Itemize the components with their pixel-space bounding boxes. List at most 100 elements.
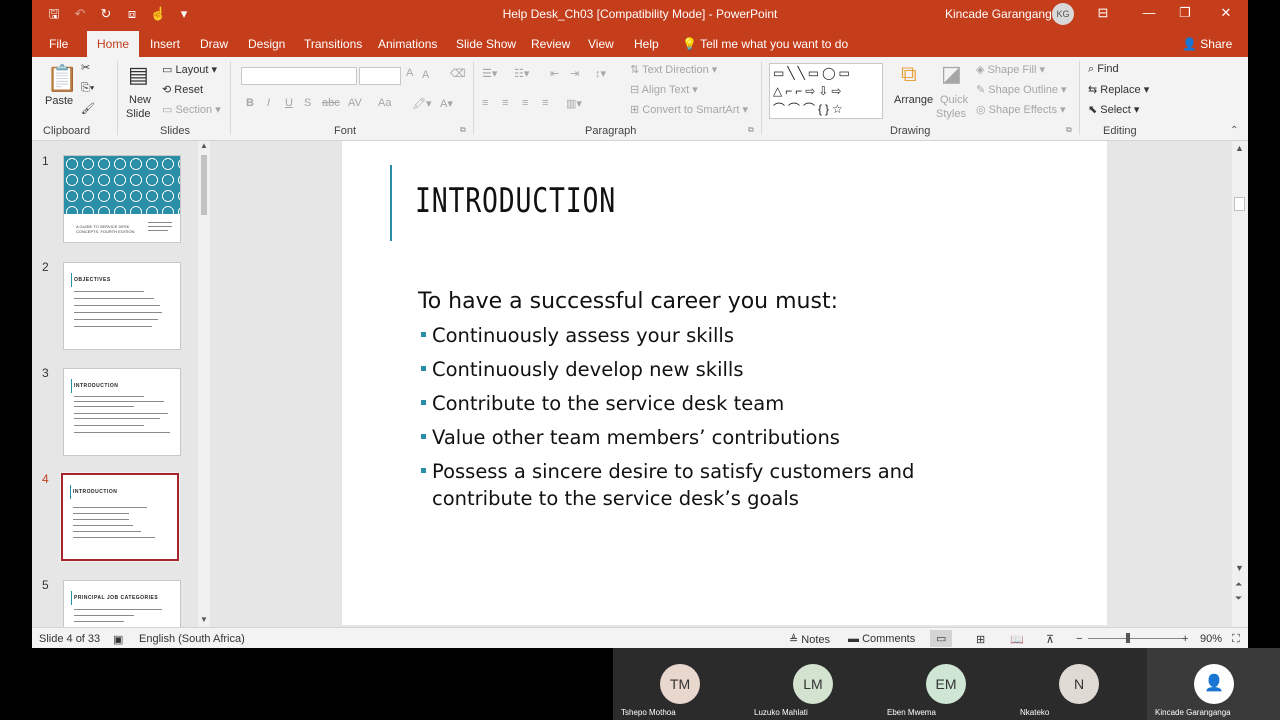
- shape-fill-button[interactable]: ◈ Shape Fill ▾: [976, 63, 1045, 76]
- tab-transitions[interactable]: Transitions: [304, 37, 362, 51]
- participant-tile[interactable]: N Nkateko: [1012, 648, 1145, 720]
- zoom-in-icon[interactable]: +: [1182, 633, 1188, 645]
- tab-review[interactable]: Review: [531, 37, 570, 51]
- tab-design[interactable]: Design: [248, 37, 285, 51]
- align-left-icon[interactable]: ≡: [482, 97, 488, 109]
- slide-show-icon[interactable]: ⊼: [1046, 633, 1054, 646]
- thumbnail-scrollbar[interactable]: ▲ ▼: [198, 141, 210, 627]
- language-indicator[interactable]: English (South Africa): [139, 633, 245, 645]
- zoom-slider[interactable]: [1088, 638, 1184, 639]
- user-avatar[interactable]: KG: [1052, 3, 1074, 25]
- scrollbar-thumb[interactable]: [1234, 197, 1245, 211]
- tab-animations[interactable]: Animations: [378, 37, 437, 51]
- shape-effects-button[interactable]: ◎ Shape Effects ▾: [976, 103, 1066, 116]
- tab-help[interactable]: Help: [634, 37, 659, 51]
- shadow-button[interactable]: S: [304, 97, 311, 109]
- current-slide[interactable]: INTRODUCTION To have a successful career…: [342, 141, 1107, 625]
- shape-outline-button[interactable]: ✎ Shape Outline ▾: [976, 83, 1067, 96]
- quick-styles-icon[interactable]: ◪: [941, 61, 962, 87]
- underline-button[interactable]: U: [285, 97, 293, 109]
- numbering-icon[interactable]: ☷▾: [514, 67, 529, 80]
- quick-styles-button[interactable]: Quick: [940, 94, 968, 106]
- font-size-select[interactable]: [359, 67, 401, 85]
- slide-scrollbar[interactable]: ▲ ▼ ⏶ ⏷: [1232, 141, 1248, 627]
- cut-icon[interactable]: ✂: [81, 61, 90, 74]
- scroll-down-icon[interactable]: ▼: [1235, 563, 1244, 573]
- comments-button[interactable]: ▬ Comments: [848, 633, 915, 645]
- bullets-icon[interactable]: ☰▾: [482, 67, 497, 80]
- fit-to-window-icon[interactable]: ⛶: [1232, 633, 1240, 646]
- tab-draw[interactable]: Draw: [200, 37, 228, 51]
- slide-thumbnail-3[interactable]: INTRODUCTION: [63, 368, 181, 456]
- minimize-icon[interactable]: —: [1140, 5, 1158, 20]
- tell-me-search[interactable]: 💡 Tell me what you want to do: [682, 37, 848, 51]
- spelling-icon[interactable]: ▣: [113, 633, 123, 646]
- participant-tile[interactable]: TM Tshepo Mothoa: [613, 648, 746, 720]
- scrollbar-thumb[interactable]: [201, 155, 207, 215]
- zoom-out-icon[interactable]: −: [1076, 633, 1082, 645]
- font-color-icon[interactable]: A▾: [440, 97, 453, 110]
- highlight-icon[interactable]: 🖍▾: [412, 97, 432, 110]
- tab-home[interactable]: Home: [87, 31, 140, 57]
- slide-title[interactable]: INTRODUCTION: [415, 181, 616, 221]
- find-button[interactable]: ⌕ Find: [1088, 63, 1119, 76]
- slide-body[interactable]: To have a successful career you must: Co…: [418, 289, 978, 519]
- font-family-select[interactable]: [241, 67, 357, 85]
- participant-tile[interactable]: EM Eben Mwema: [879, 648, 1012, 720]
- user-name[interactable]: Kincade Garanganga: [945, 7, 1058, 21]
- decrease-indent-icon[interactable]: ⇤: [550, 67, 559, 80]
- arrange-icon[interactable]: ⧉: [901, 61, 917, 87]
- collapse-ribbon-icon[interactable]: ⌃: [1230, 125, 1238, 136]
- new-slide-button[interactable]: New: [129, 94, 151, 106]
- reset-button[interactable]: ⟲ Reset: [162, 83, 203, 96]
- align-center-icon[interactable]: ≡: [502, 97, 508, 109]
- participant-tile[interactable]: LM Luzuko Mahlati: [746, 648, 879, 720]
- restore-icon[interactable]: ❐: [1176, 5, 1194, 21]
- zoom-level[interactable]: 90%: [1200, 633, 1222, 645]
- increase-font-icon[interactable]: A: [406, 67, 413, 79]
- columns-icon[interactable]: ▥▾: [566, 97, 582, 110]
- copy-icon[interactable]: ⎘▾: [81, 82, 94, 95]
- convert-smartart-button[interactable]: ⊞ Convert to SmartArt ▾: [630, 103, 748, 116]
- decrease-font-icon[interactable]: A: [422, 69, 429, 81]
- change-case-button[interactable]: Aa: [378, 97, 391, 109]
- format-painter-icon[interactable]: 🖌: [81, 102, 95, 115]
- paste-button[interactable]: Paste: [45, 95, 73, 107]
- notes-button[interactable]: ≜ Notes: [789, 633, 830, 646]
- italic-button[interactable]: I: [267, 97, 270, 109]
- scroll-up-icon[interactable]: ▲: [1235, 143, 1244, 153]
- justify-icon[interactable]: ≡: [542, 97, 548, 109]
- align-text-button[interactable]: ⊟ Align Text ▾: [630, 83, 698, 96]
- participant-tile[interactable]: 👤 Kincade Garanganga: [1147, 648, 1280, 720]
- align-right-icon[interactable]: ≡: [522, 97, 528, 109]
- font-dialog-launcher-icon[interactable]: ⧉: [460, 125, 466, 135]
- clear-formatting-icon[interactable]: ⌫: [450, 67, 466, 80]
- bold-button[interactable]: B: [246, 97, 254, 109]
- drawing-dialog-launcher-icon[interactable]: ⧉: [1066, 125, 1072, 135]
- slide-thumbnail-4[interactable]: INTRODUCTION: [61, 473, 179, 561]
- reading-view-icon[interactable]: 📖: [1010, 633, 1024, 646]
- tab-insert[interactable]: Insert: [150, 37, 180, 51]
- section-button[interactable]: ▭ Section ▾: [162, 103, 221, 116]
- tab-slide-show[interactable]: Slide Show: [456, 37, 516, 51]
- slide-thumbnail-5[interactable]: PRINCIPAL JOB CATEGORIES: [63, 580, 181, 627]
- paste-icon[interactable]: 📋: [46, 63, 78, 94]
- scroll-down-icon[interactable]: ▼: [200, 615, 208, 624]
- share-button[interactable]: 👤 Share: [1182, 37, 1232, 51]
- increase-indent-icon[interactable]: ⇥: [570, 67, 579, 80]
- paragraph-dialog-launcher-icon[interactable]: ⧉: [748, 125, 754, 135]
- shapes-gallery[interactable]: ▭╲╲▭◯▭ △⌐⌐⇨⇩⇨ ⌒⌒⌒{}☆: [769, 63, 883, 119]
- text-direction-button[interactable]: ⇅ Text Direction ▾: [630, 63, 717, 76]
- character-spacing-button[interactable]: AV: [348, 97, 362, 109]
- strikethrough-icon[interactable]: abc: [322, 97, 340, 109]
- slide-sorter-icon[interactable]: ⊞: [976, 633, 985, 646]
- layout-button[interactable]: ▭ Layout ▾: [162, 63, 217, 76]
- next-slide-icon[interactable]: ⏷: [1235, 593, 1242, 604]
- new-slide-icon[interactable]: ▤: [128, 62, 149, 88]
- normal-view-icon[interactable]: ▭: [930, 630, 953, 647]
- slide-thumbnail-1[interactable]: A GUIDE TO SERVICE DESK CONCEPTS, FOURTH…: [63, 155, 181, 243]
- ribbon-display-options-icon[interactable]: ⊟: [1094, 5, 1112, 21]
- tab-file[interactable]: File: [49, 37, 68, 51]
- tab-view[interactable]: View: [588, 37, 614, 51]
- scroll-up-icon[interactable]: ▲: [200, 141, 208, 150]
